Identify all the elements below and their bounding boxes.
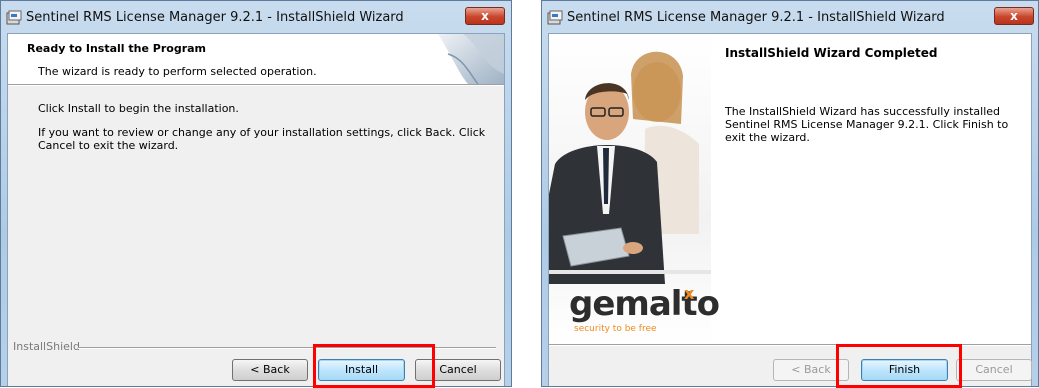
installer-app-icon <box>6 10 22 25</box>
window-title: Sentinel RMS License Manager 9.2.1 - Ins… <box>567 10 945 25</box>
title-bar[interactable]: Sentinel RMS License Manager 9.2.1 - Ins… <box>542 1 1038 33</box>
installer-app-icon <box>547 10 563 25</box>
wizard-client-area: gemalto x security to be free InstallShi… <box>548 33 1032 386</box>
installer-window-completed: Sentinel RMS License Manager 9.2.1 - Ins… <box>541 0 1039 388</box>
highlight-box-finish <box>836 344 962 388</box>
page-title: Ready to Install the Program <box>27 42 207 55</box>
back-button[interactable]: < Back <box>232 359 308 381</box>
wizard-client-area: Ready to Install the Program The wizard … <box>7 33 505 386</box>
window-title: Sentinel RMS License Manager 9.2.1 - Ins… <box>26 10 404 25</box>
page-subtitle: The wizard is ready to perform selected … <box>38 65 317 78</box>
completion-title: InstallShield Wizard Completed <box>725 46 938 60</box>
header-banner-graphic <box>438 34 504 84</box>
title-bar[interactable]: Sentinel RMS License Manager 9.2.1 - Ins… <box>1 1 511 33</box>
gemalto-logo-mark: x <box>684 284 695 303</box>
installshield-brand-label: InstallShield <box>13 340 80 353</box>
header-divider <box>8 84 504 86</box>
installer-window-ready: Sentinel RMS License Manager 9.2.1 - Ins… <box>0 0 512 388</box>
gemalto-logo: gemalto <box>569 284 720 324</box>
completion-panel: gemalto x security to be free InstallShi… <box>549 34 1031 344</box>
review-text: If you want to review or change any of y… <box>38 126 486 152</box>
close-button[interactable]: x <box>465 7 505 25</box>
cancel-button[interactable]: Cancel <box>956 359 1032 381</box>
completion-message: The InstallShield Wizard has successfull… <box>725 105 1009 144</box>
highlight-box-install <box>313 344 435 388</box>
instruction-text: Click Install to begin the installation. <box>38 102 239 115</box>
close-button[interactable]: x <box>994 7 1034 25</box>
wizard-header: Ready to Install the Program The wizard … <box>8 34 504 84</box>
gemalto-tagline: security to be free <box>574 324 657 334</box>
